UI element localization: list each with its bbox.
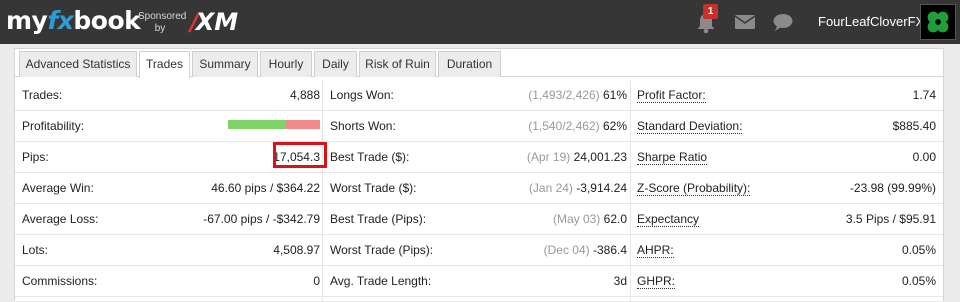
stat-value: 0.05% (901, 243, 936, 257)
stat-value: 61% (602, 88, 627, 102)
statistics-panel: Advanced Statistics Trades Summary Hourl… (14, 48, 944, 302)
stat-value-row: (1,493/2,426) 61% (435, 80, 627, 110)
profitability-loss-segment (285, 120, 320, 129)
stat-value: -3,914.24 (576, 181, 627, 195)
tab-bar: Advanced Statistics Trades Summary Hourl… (15, 51, 943, 78)
avatar[interactable] (920, 4, 956, 40)
stat-label: Average Win: (22, 181, 94, 195)
stat-label-help[interactable]: Sharpe Ratio (637, 142, 708, 172)
stat-value: -67.00 pips / -$342.79 (203, 212, 320, 226)
logo-fx: fx (47, 6, 74, 35)
stat-label: AHPR: (637, 243, 674, 258)
stat-label: Trades: (22, 88, 63, 102)
stat-label: GHPR: (637, 274, 676, 289)
stat-value: 0.00 (912, 150, 936, 164)
logo-book: book (73, 6, 141, 35)
stat-value: 3.5 Pips / $95.91 (845, 212, 936, 226)
stat-label: Best Trade ($): (330, 150, 410, 164)
tab-summary[interactable]: Summary (192, 51, 258, 77)
stat-value: 0 (313, 274, 320, 288)
stat-label: Worst Trade (Pips): (330, 243, 434, 257)
stat-detail: (Apr 19) (526, 150, 571, 164)
sponsored-label: Sponsored by (138, 11, 187, 35)
stat-value: -386.4 (592, 243, 627, 257)
mail-icon[interactable] (735, 14, 755, 30)
table-row: Pips: 17,054.3 Best Trade ($): (Apr 19) … (15, 142, 943, 173)
stat-value-row: (Dec 04) -386.4 (435, 235, 627, 265)
username[interactable]: FourLeafCloverFX (818, 14, 924, 30)
tab-trades[interactable]: Trades (139, 51, 190, 78)
stat-label: Pips: (22, 150, 49, 164)
stat-detail: (Jan 24) (528, 181, 573, 195)
stat-value: 62.0 (603, 212, 627, 226)
stat-value: 62% (602, 119, 627, 133)
logo-my: my (6, 6, 48, 35)
stat-label-help[interactable]: Standard Deviation: (637, 111, 743, 141)
stat-label: Lots: (22, 243, 49, 257)
stat-value-row: (May 03) 62.0 (435, 204, 627, 234)
stat-label: Average Loss: (22, 212, 99, 226)
stat-label: Profit Factor: (637, 88, 706, 103)
stat-label: Shorts Won: (330, 119, 396, 133)
table-row: Average Win: 46.60 pips / $364.22 Worst … (15, 173, 943, 204)
stat-label-help[interactable]: Profit Factor: (637, 80, 706, 110)
stat-value: 4,508.97 (273, 243, 320, 257)
profitability-win-segment (228, 120, 285, 129)
sponsor-logo[interactable]: /XM (190, 8, 238, 36)
stat-value: 3d (613, 274, 627, 288)
table-row: Lots: 4,508.97 Worst Trade (Pips): (Dec … (15, 235, 943, 266)
stat-value: 4,888 (289, 88, 320, 102)
sponsored-line1: Sponsored (138, 11, 187, 22)
table-row: Average Loss: -67.00 pips / -$342.79 Bes… (15, 204, 943, 235)
stat-label: Best Trade (Pips): (330, 212, 427, 226)
stat-value: 24,001.23 (573, 150, 627, 164)
top-bar: myfxbook Sponsored by /XM 1 FourLeafClov… (0, 0, 960, 44)
profitability-bar (228, 120, 320, 129)
stat-value-row: 3d (435, 266, 627, 296)
tab-risk-of-ruin[interactable]: Risk of Ruin (359, 51, 436, 77)
stat-label-help[interactable]: GHPR: (637, 266, 676, 296)
stat-label: Expectancy (637, 212, 700, 227)
table-row: Profitability: Shorts Won: (1,540/2,462)… (15, 111, 943, 142)
notification-badge: 1 (703, 4, 718, 19)
myfxbook-logo[interactable]: myfxbook (6, 6, 141, 36)
tab-duration[interactable]: Duration (438, 51, 501, 77)
stat-label-help[interactable]: Z-Score (Probability): (637, 173, 751, 203)
table-row: Commissions: 0 Avg. Trade Length: 3d GHP… (15, 266, 943, 297)
pips-highlight-box (273, 142, 327, 168)
stat-label: Standard Deviation: (637, 119, 743, 134)
stat-label: Avg. Trade Length: (330, 274, 432, 288)
table-row: Trades: 4,888 Longs Won: (1,493/2,426) 6… (15, 80, 943, 111)
stat-value: 0.05% (901, 274, 936, 288)
stat-label-help[interactable]: Expectancy (637, 204, 700, 234)
stat-value-row: (Apr 19) 24,001.23 (435, 142, 627, 172)
stat-detail: (May 03) (552, 212, 601, 226)
stat-label: Longs Won: (330, 88, 394, 102)
stat-label-help[interactable]: AHPR: (637, 235, 674, 265)
stat-label: Commissions: (22, 274, 98, 288)
stat-detail: (1,493/2,426) (528, 88, 600, 102)
stat-label: Sharpe Ratio (637, 150, 708, 165)
stat-value: 46.60 pips / $364.22 (211, 181, 320, 195)
stat-label: Worst Trade ($): (330, 181, 417, 195)
stat-label: Profitability: (22, 119, 85, 133)
stat-detail: (1,540/2,462) (528, 119, 600, 133)
tab-daily[interactable]: Daily (314, 51, 357, 77)
stat-value-row: (1,540/2,462) 62% (435, 111, 627, 141)
sponsored-line2: by (154, 23, 166, 34)
tab-hourly[interactable]: Hourly (260, 51, 312, 77)
stat-label: Z-Score (Probability): (637, 181, 751, 196)
sponsor-name: XM (195, 8, 239, 36)
stat-detail: (Dec 04) (543, 243, 590, 257)
stat-value: 1.74 (912, 88, 936, 102)
stat-value-row: (Jan 24) -3,914.24 (435, 173, 627, 203)
tab-advanced-statistics[interactable]: Advanced Statistics (19, 51, 137, 77)
chat-icon[interactable] (773, 13, 793, 31)
stat-value: -23.98 (99.99%) (849, 181, 936, 195)
stat-value: $885.40 (892, 119, 936, 133)
